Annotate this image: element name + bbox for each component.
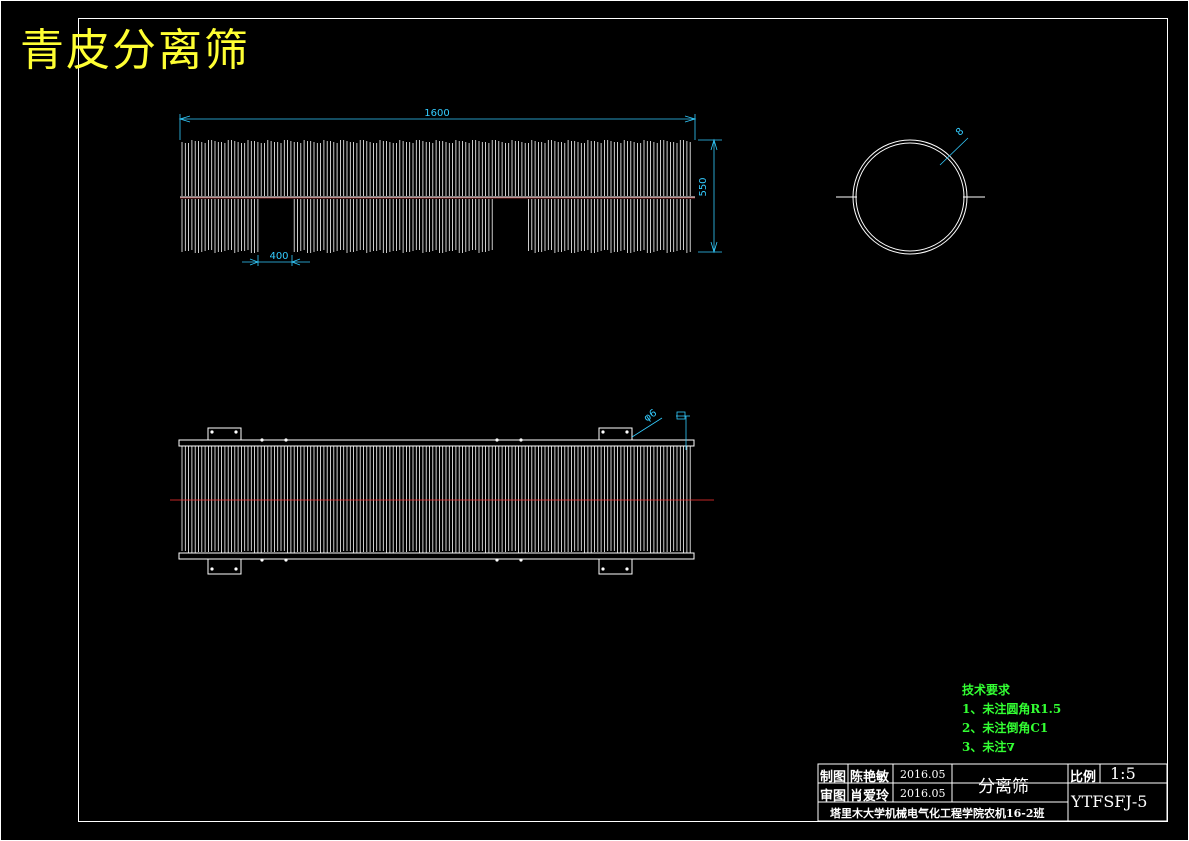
bolt-hole [519, 438, 523, 442]
bolt-hole [519, 558, 523, 562]
bolt-hole [260, 438, 264, 442]
drawing-title: 青皮分离筛 [20, 25, 250, 76]
tech-item: 1、未注圆角R1.5 [962, 702, 1062, 716]
ring-inner [855, 142, 965, 252]
part-name: 分离筛 [978, 777, 1029, 797]
drawn-by: 陈艳敏 [850, 770, 890, 785]
checked-label: 审图 [820, 789, 847, 804]
mount-tab [598, 558, 633, 575]
surface-finish-symbol: ∇ [1006, 741, 1015, 754]
ring-outer [852, 139, 968, 255]
bolt-hole [234, 430, 238, 434]
bolt-hole [625, 567, 629, 571]
tech-item: 2、未注倒角C1 [962, 721, 1049, 735]
bolt-hole [234, 567, 238, 571]
scale-label: 比例 [1070, 770, 1097, 785]
drawing-number: YTFSFJ-5 [1071, 792, 1148, 811]
front-view-lower-bars [181, 199, 691, 253]
checked-by: 肖爱玲 [850, 789, 890, 804]
dim-ring-label: 8 [954, 126, 966, 138]
top-view-bars [181, 446, 691, 553]
mount-tab [207, 427, 242, 441]
bolt-hole [625, 430, 629, 434]
side-view-ring [836, 139, 985, 255]
bolt-hole [284, 558, 288, 562]
bolt-hole [260, 558, 264, 562]
bolt-hole [601, 567, 605, 571]
drawn-date: 2016.05 [900, 768, 946, 781]
bolt-hole [495, 558, 499, 562]
drawn-label: 制图 [820, 770, 847, 785]
scale-value: 1:5 [1110, 764, 1136, 783]
school-name: 塔里木大学机械电气化工程学院农机16-2班 [830, 807, 1045, 820]
front-view [180, 140, 695, 253]
dim-height-label: 550 [698, 177, 709, 196]
top-view [170, 427, 714, 575]
technical-requirements: 技术要求 1、未注圆角R1.5 2、未注倒角C1 3、未注∇ [962, 681, 1061, 757]
bolt-hole [210, 430, 214, 434]
tech-heading: 技术要求 [962, 683, 1011, 697]
bolt-hole [284, 438, 288, 442]
checked-date: 2016.05 [900, 787, 946, 800]
bolt-hole [495, 438, 499, 442]
dim-gap-label: 400 [269, 251, 288, 262]
front-view-upper-bars [181, 140, 691, 196]
top-view-dimensions [631, 411, 690, 450]
mount-tab [598, 427, 633, 441]
bolt-hole [601, 430, 605, 434]
dim-length-label: 1600 [424, 108, 449, 119]
tech-item: 3、未注∇ [962, 740, 1015, 754]
mount-tab [207, 558, 242, 575]
bolt-hole [210, 567, 214, 571]
